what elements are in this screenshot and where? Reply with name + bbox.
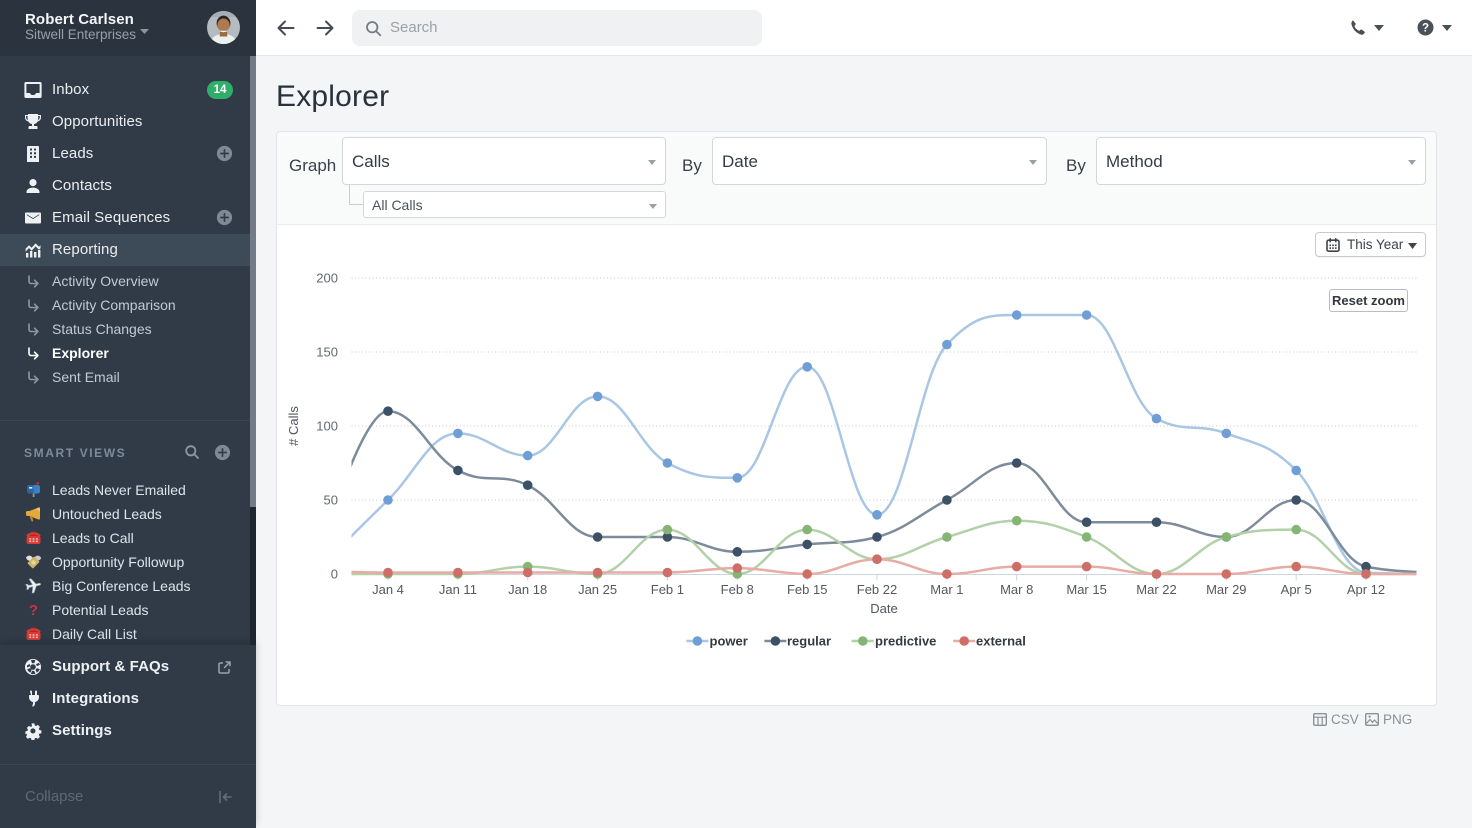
svg-text:# Calls: # Calls	[286, 406, 301, 446]
svg-text:100: 100	[316, 419, 338, 434]
svg-text:50: 50	[324, 493, 338, 508]
svg-text:Mar 29: Mar 29	[1206, 582, 1246, 597]
svg-text:Feb 15: Feb 15	[787, 582, 827, 597]
svg-text:Apr 5: Apr 5	[1281, 582, 1312, 597]
svg-text:Jan 4: Jan 4	[372, 582, 404, 597]
svg-text:Jan 25: Jan 25	[578, 582, 617, 597]
svg-text:Jan 11: Jan 11	[439, 582, 477, 597]
svg-text:Mar 15: Mar 15	[1066, 582, 1106, 597]
svg-text:Feb 8: Feb 8	[721, 582, 754, 597]
svg-text:Mar 22: Mar 22	[1136, 582, 1176, 597]
svg-text:Feb 1: Feb 1	[651, 582, 684, 597]
svg-text:Apr 12: Apr 12	[1347, 582, 1385, 597]
svg-text:Date: Date	[870, 601, 897, 616]
svg-text:0: 0	[331, 567, 338, 582]
svg-text:?: ?	[29, 602, 38, 618]
svg-text:predictive: predictive	[875, 634, 936, 649]
svg-text:150: 150	[316, 345, 338, 360]
svg-text:Feb 22: Feb 22	[857, 582, 897, 597]
svg-text:Mar 8: Mar 8	[1000, 582, 1033, 597]
svg-text:200: 200	[316, 271, 338, 286]
svg-text:power: power	[710, 634, 748, 649]
svg-text:regular: regular	[787, 634, 831, 649]
svg-text:Jan 18: Jan 18	[508, 582, 547, 597]
svg-text:external: external	[976, 634, 1026, 649]
svg-text:?: ?	[1422, 23, 1429, 35]
svg-text:Mar 1: Mar 1	[930, 582, 963, 597]
